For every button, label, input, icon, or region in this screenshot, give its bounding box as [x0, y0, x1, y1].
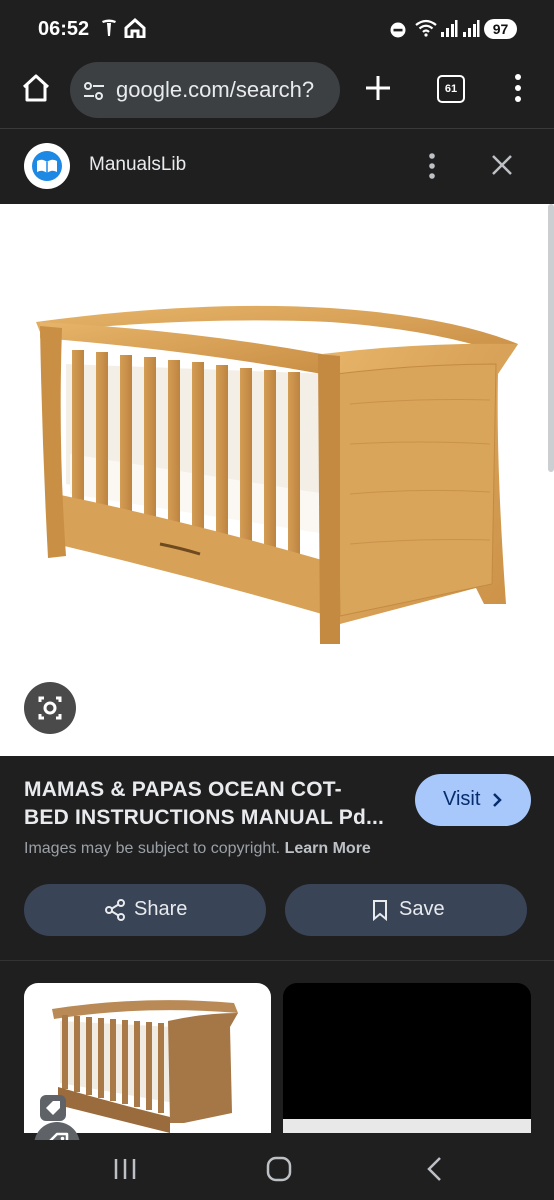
image-scrollbar[interactable] [548, 204, 554, 472]
copyright-text: Images may be subject to copyright. [24, 840, 281, 857]
tag-icon [46, 1101, 60, 1115]
battery-indicator: 97 [484, 19, 517, 39]
tab-switcher-button[interactable]: 61 [437, 75, 465, 103]
chevron-right-icon [493, 793, 502, 807]
section-divider [0, 960, 554, 961]
dark-thumbnail [283, 1119, 531, 1133]
recent-apps-icon[interactable] [110, 1154, 140, 1184]
visit-button[interactable]: Visit [415, 774, 531, 826]
system-navigation-bar [0, 1140, 554, 1200]
share-label: Share [134, 898, 188, 920]
manualslib-logo-icon [24, 143, 70, 189]
back-icon[interactable] [420, 1154, 450, 1184]
source-site-header: ManualsLib [0, 129, 554, 204]
bookmark-icon [373, 900, 387, 921]
related-image-2[interactable] [283, 983, 531, 1133]
signal-icon-1 [441, 20, 458, 37]
close-icon[interactable] [489, 152, 515, 178]
home-status-icon [124, 18, 146, 38]
site-settings-icon[interactable] [82, 80, 106, 102]
visit-label: Visit [443, 788, 481, 810]
share-icon [105, 899, 125, 921]
copyright-notice: Images may be subject to copyright. Lear… [24, 840, 371, 858]
more-options-icon[interactable] [510, 71, 526, 105]
learn-more-link[interactable]: Learn More [285, 840, 371, 857]
cot-bed-image [36, 305, 518, 644]
result-title-line1: MAMAS & PAPAS OCEAN COT- [24, 778, 342, 801]
save-button[interactable]: Save [285, 884, 527, 936]
wifi-icon [415, 19, 437, 37]
address-bar[interactable]: google.com/search? [70, 62, 340, 118]
browser-toolbar: google.com/search? 61 [0, 56, 554, 129]
site-more-icon[interactable] [424, 151, 440, 181]
site-name[interactable]: ManualsLib [89, 154, 186, 176]
new-tab-icon[interactable] [360, 70, 396, 106]
result-title-line2: BED INSTRUCTIONS MANUAL Pd... [24, 806, 385, 829]
share-button[interactable]: Share [24, 884, 266, 936]
status-bar: 06:52 97 [0, 0, 554, 56]
lens-search-button[interactable] [24, 682, 76, 734]
lens-icon [38, 696, 62, 720]
result-details: MAMAS & PAPAS OCEAN COT- BED INSTRUCTION… [0, 756, 554, 1200]
save-label: Save [399, 898, 445, 920]
signal-icon-2 [463, 20, 480, 37]
url-text[interactable]: google.com/search? [116, 77, 314, 103]
status-time: 06:52 [38, 18, 90, 40]
home-nav-icon[interactable] [264, 1154, 294, 1184]
tesla-icon [102, 19, 116, 36]
product-tag-badge [40, 1095, 66, 1121]
home-icon[interactable] [16, 68, 56, 108]
main-image[interactable] [0, 204, 554, 756]
result-title[interactable]: MAMAS & PAPAS OCEAN COT- BED INSTRUCTION… [24, 776, 404, 832]
do-not-disturb-icon [390, 22, 406, 38]
